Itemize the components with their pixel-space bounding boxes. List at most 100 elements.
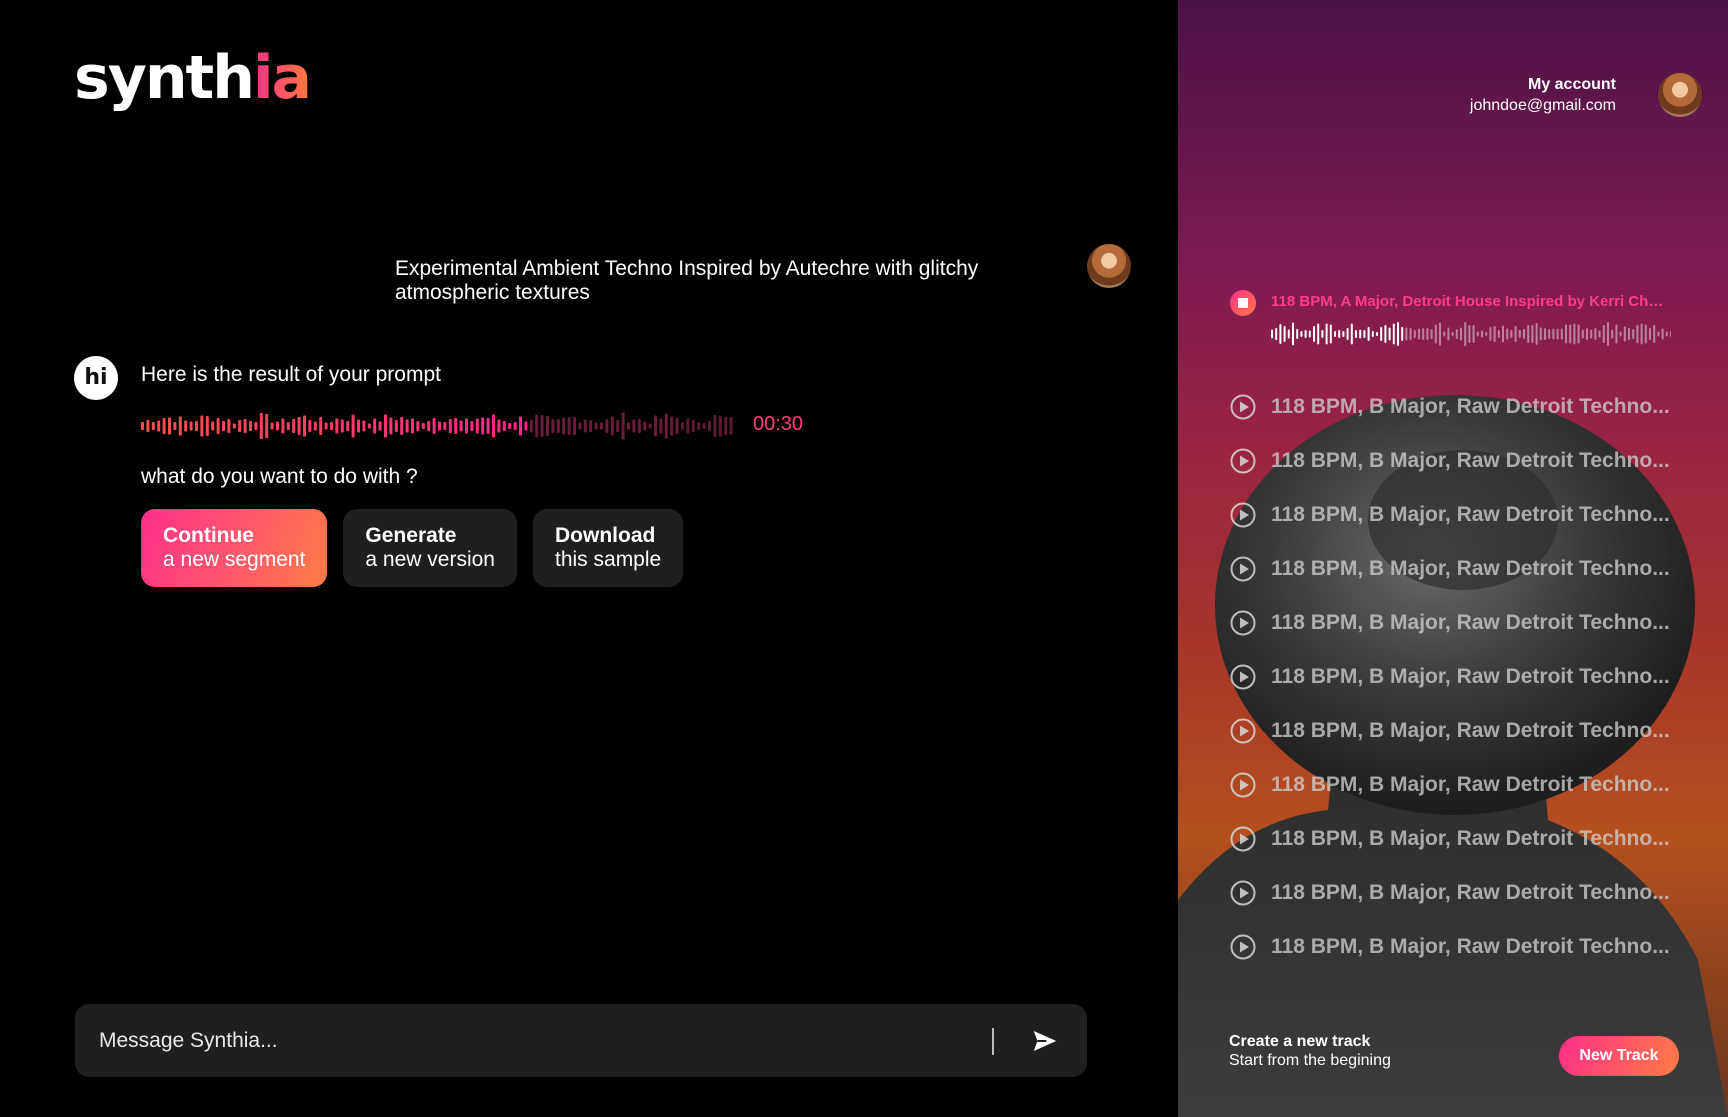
waveform-bar xyxy=(470,421,474,431)
waveform-bar xyxy=(519,416,522,436)
waveform-bar xyxy=(1535,323,1538,345)
waveform-bar xyxy=(1338,330,1341,338)
waveform-bar xyxy=(573,417,576,435)
waveform-bar xyxy=(141,422,144,430)
waveform-bar xyxy=(1476,331,1479,337)
waveform-bar xyxy=(681,422,684,430)
message-input[interactable] xyxy=(99,1004,1039,1077)
waveform-bar xyxy=(232,423,236,429)
waveform-bar xyxy=(594,422,598,430)
waveform-bar xyxy=(1556,328,1559,340)
waveform-bar xyxy=(1607,322,1609,346)
waveform-bar xyxy=(1388,327,1391,341)
create-track-subtext: Start from the begining xyxy=(1229,1052,1391,1069)
waveform-bar xyxy=(481,417,485,435)
waveform-bar xyxy=(1544,328,1546,340)
waveform-bar xyxy=(216,418,220,434)
waveform-bar xyxy=(1292,322,1294,346)
waveform-bar xyxy=(1623,326,1626,342)
waveform-bar xyxy=(1426,328,1429,340)
play-icon[interactable] xyxy=(1230,502,1256,528)
waveform-bar xyxy=(427,421,431,431)
waveform-bar xyxy=(151,422,155,430)
track-item[interactable]: 118 BPM, B Major, Raw Detroit Techno... xyxy=(1230,434,1670,488)
waveform-bar xyxy=(1460,327,1462,341)
play-icon[interactable] xyxy=(1230,556,1256,582)
waveform-bar xyxy=(438,421,441,431)
waveform-bar xyxy=(1619,331,1622,337)
waveform-bar xyxy=(1443,331,1446,337)
track-item[interactable]: 118 BPM, B Major, Raw Detroit Techno... xyxy=(1230,650,1670,704)
play-icon[interactable] xyxy=(1230,394,1256,420)
bot-reply-text: Here is the result of your prompt xyxy=(141,363,441,386)
waveform-bar xyxy=(724,417,728,435)
play-icon[interactable] xyxy=(1230,610,1256,636)
waveform-bar xyxy=(1523,329,1525,339)
waveform-bar xyxy=(421,423,425,429)
result-waveform-player[interactable] xyxy=(141,410,741,442)
waveform-bar xyxy=(276,421,279,431)
waveform-bar xyxy=(1451,332,1454,336)
waveform-bar xyxy=(1636,325,1639,343)
waveform-bar xyxy=(1418,328,1420,340)
track-title: 118 BPM, B Major, Raw Detroit Techno... xyxy=(1271,611,1670,634)
play-icon[interactable] xyxy=(1230,718,1256,744)
stop-icon[interactable] xyxy=(1230,290,1256,316)
synthia-logo[interactable]: synthia xyxy=(74,48,312,108)
waveform-bar xyxy=(637,419,641,433)
waveform-bar xyxy=(546,416,549,436)
track-item[interactable]: 118 BPM, B Major, Raw Detroit Techno... xyxy=(1230,488,1670,542)
track-item[interactable]: 118 BPM, B Major, Raw Detroit Techno... xyxy=(1230,596,1670,650)
waveform-bar xyxy=(303,415,306,437)
waveform-bar xyxy=(195,421,198,431)
waveform-bar xyxy=(1485,332,1488,336)
track-title: 118 BPM, B Major, Raw Detroit Techno... xyxy=(1271,449,1670,472)
waveform-bar xyxy=(600,422,603,430)
now-playing-waveform[interactable] xyxy=(1271,319,1671,349)
track-item[interactable]: 118 BPM, B Major, Raw Detroit Techno... xyxy=(1230,542,1670,596)
waveform-bar xyxy=(335,418,339,434)
download-sample-button[interactable]: Download this sample xyxy=(533,509,684,587)
waveform-bar xyxy=(1506,328,1509,340)
send-icon[interactable] xyxy=(1030,1026,1060,1056)
track-duration: 00:30 xyxy=(753,413,804,435)
track-item[interactable]: 118 BPM, B Major, Raw Detroit Techno... xyxy=(1230,758,1670,812)
waveform-bar xyxy=(702,423,706,429)
waveform-bar xyxy=(189,421,193,431)
waveform-bar xyxy=(1350,323,1353,345)
download-button-subtitle: this sample xyxy=(555,548,662,571)
waveform-bar xyxy=(1632,329,1635,339)
waveform-bar xyxy=(1594,328,1597,340)
waveform-bar xyxy=(1384,325,1387,343)
play-icon[interactable] xyxy=(1230,826,1256,852)
waveform-bar xyxy=(562,417,566,435)
continue-segment-button[interactable]: Continue a new segment xyxy=(141,509,328,587)
play-icon[interactable] xyxy=(1230,448,1256,474)
generate-version-button[interactable]: Generate a new version xyxy=(343,509,517,587)
play-icon[interactable] xyxy=(1230,934,1256,960)
account-label: My account xyxy=(1527,76,1616,93)
track-item[interactable]: 118 BPM, B Major, Raw Detroit Techno... xyxy=(1230,812,1670,866)
play-icon[interactable] xyxy=(1230,664,1256,690)
waveform-bar xyxy=(157,420,161,432)
track-item[interactable]: 118 BPM, B Major, Raw Detroit Techno... xyxy=(1230,704,1670,758)
play-icon[interactable] xyxy=(1230,772,1256,798)
waveform-bar xyxy=(475,418,479,434)
waveform-bar xyxy=(238,420,242,432)
track-item[interactable]: 118 BPM, B Major, Raw Detroit Techno... xyxy=(1230,380,1670,434)
track-item[interactable]: 118 BPM, B Major, Raw Detroit Techno... xyxy=(1230,866,1670,920)
play-icon[interactable] xyxy=(1230,880,1256,906)
waveform-bar xyxy=(508,423,512,429)
continue-button-subtitle: a new segment xyxy=(163,548,306,571)
track-item[interactable]: 118 BPM, B Major, Raw Detroit Techno... xyxy=(1230,920,1670,974)
track-title: 118 BPM, B Major, Raw Detroit Techno... xyxy=(1271,665,1670,688)
waveform-bar xyxy=(1518,330,1521,338)
waveform-bar xyxy=(1317,323,1320,345)
waveform-bar xyxy=(346,421,350,431)
new-track-button[interactable]: New Track xyxy=(1559,1036,1679,1076)
waveform-bar xyxy=(411,418,414,434)
account-avatar[interactable] xyxy=(1658,73,1702,117)
account-info[interactable]: My account johndoe@gmail.com xyxy=(1470,74,1616,116)
waveform-bar xyxy=(146,420,150,432)
waveform-bar xyxy=(286,422,290,430)
